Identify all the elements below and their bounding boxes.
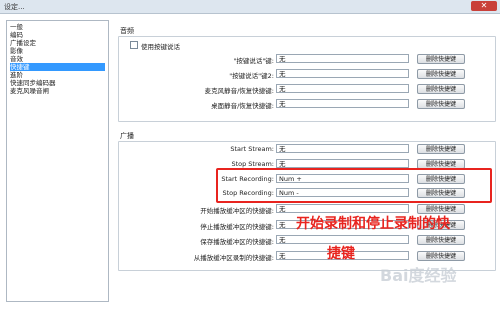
audio-row-label: 桌面静音/恢复快捷键: [211, 102, 274, 110]
broadcast-row-label: Stop Stream: [231, 160, 274, 168]
title-bar: 设定... ✕ [0, 0, 500, 14]
broadcast-group-title: 广播 [120, 131, 134, 141]
sidebar-item-hotkeys[interactable]: 快捷键 [10, 63, 105, 71]
clear-hotkey-button[interactable]: 删除快捷键 [417, 99, 465, 109]
clear-hotkey-button[interactable]: 删除快捷键 [417, 69, 465, 79]
clear-hotkey-button[interactable]: 删除快捷键 [417, 144, 465, 154]
annotation-line2: 捷键 [327, 246, 355, 262]
clear-hotkey-button[interactable]: 删除快捷键 [417, 235, 465, 245]
window-title: 设定... [4, 3, 25, 11]
audio-group-title: 音频 [120, 26, 134, 36]
mic-mute-field[interactable]: 无 [276, 84, 409, 93]
sidebar-item-broadcast[interactable]: 广播设定 [10, 39, 105, 47]
recording-hotkeys-highlight [216, 168, 492, 203]
close-button[interactable]: ✕ [471, 1, 497, 11]
audio-row-label: 麦克风静音/恢复快捷键: [204, 87, 274, 95]
clear-hotkey-button[interactable]: 删除快捷键 [417, 251, 465, 261]
sidebar-item-video[interactable]: 影像 [10, 47, 105, 55]
start-replay-buffer-field[interactable]: 无 [276, 204, 409, 213]
stop-stream-field[interactable]: 无 [276, 159, 409, 168]
sidebar-item-audio[interactable]: 音效 [10, 55, 105, 63]
settings-sidebar: 一般 编码 广播设定 影像 音效 快捷键 進阶 快速同步编码器 麦克风噪音闸 [6, 20, 109, 302]
push-to-talk-checkbox[interactable] [130, 41, 138, 49]
push-to-talk-label: 使用按键说话 [141, 43, 180, 51]
broadcast-row-label: 停止播放缓冲区的快捷键: [200, 223, 274, 231]
clear-hotkey-button[interactable]: 删除快捷键 [417, 54, 465, 64]
sidebar-item-advanced[interactable]: 進阶 [10, 71, 105, 79]
desktop-mute-field[interactable]: 无 [276, 99, 409, 108]
sidebar-item-encoding[interactable]: 编码 [10, 31, 105, 39]
broadcast-row-label: 保存播放缓冲区的快捷键: [200, 238, 274, 246]
watermark: Bai度经验 [380, 266, 457, 285]
sidebar-item-noisegate[interactable]: 麦克风噪音闸 [10, 87, 105, 95]
start-stream-field[interactable]: 无 [276, 144, 409, 153]
sidebar-item-general[interactable]: 一般 [10, 23, 105, 31]
ptt-key2-field[interactable]: 无 [276, 69, 409, 78]
broadcast-row-label: 从播放缓冲区录制的快捷键: [193, 254, 274, 262]
audio-row-label: "按键说话"键: [233, 57, 274, 65]
annotation-line1: 开始录制和停止录制的快 [296, 216, 450, 232]
sidebar-item-quicksync[interactable]: 快速同步编码器 [10, 79, 105, 87]
audio-row-label: "按键说话"键2: [229, 72, 274, 80]
broadcast-row-label: Start Stream: [230, 145, 274, 153]
broadcast-row-label: 开始播放缓冲区的快捷键: [200, 207, 274, 215]
ptt-key-field[interactable]: 无 [276, 54, 409, 63]
clear-hotkey-button[interactable]: 删除快捷键 [417, 84, 465, 94]
close-icon: ✕ [480, 1, 488, 10]
